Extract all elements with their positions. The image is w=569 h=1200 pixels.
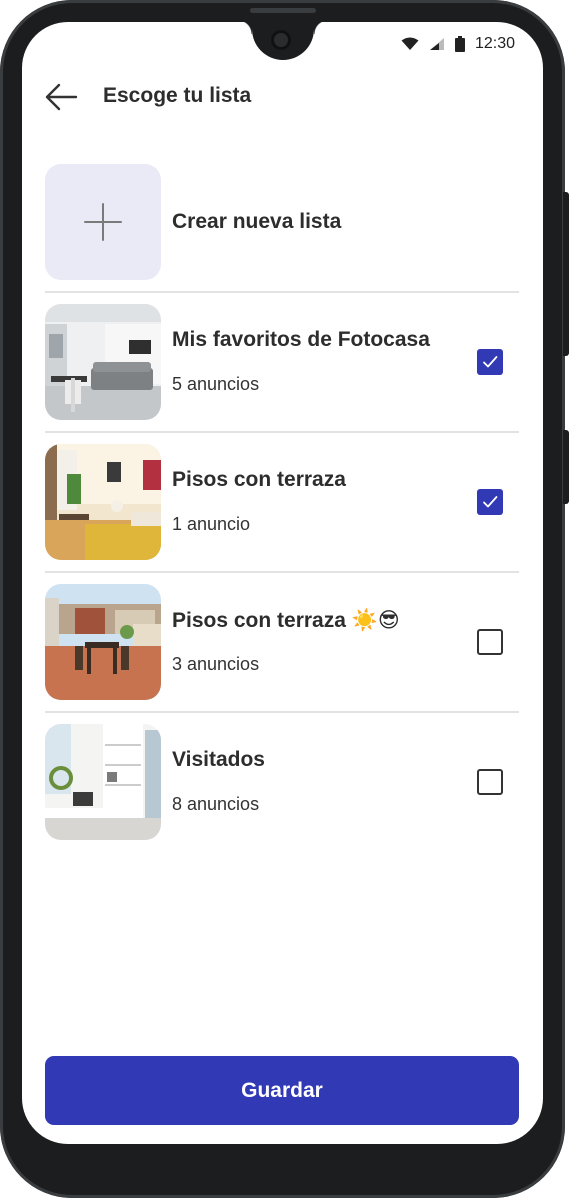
listing-photo (45, 444, 161, 560)
list-count: 1 anuncio (172, 514, 251, 534)
earpiece-speaker (250, 8, 316, 13)
divider (45, 431, 519, 433)
list-item[interactable]: Mis favoritos de Fotocasa 5 anuncios (45, 304, 519, 420)
listing-photo (45, 304, 161, 420)
back-arrow-icon (45, 83, 78, 111)
list-count: 5 anuncios (172, 374, 260, 394)
status-bar: 12:30 (401, 34, 515, 54)
create-list-label: Crear nueva lista (172, 210, 342, 233)
list-count: 3 anuncios (172, 654, 260, 674)
list-checkbox[interactable] (477, 489, 503, 515)
plus-icon (84, 203, 122, 241)
list-count: 8 anuncios (172, 794, 260, 814)
divider (45, 571, 519, 573)
page-title: Escoge tu lista (103, 84, 252, 107)
clock: 12:30 (474, 35, 515, 52)
signal-icon (429, 37, 445, 51)
camera-notch (238, 22, 328, 60)
list-item[interactable]: Visitados 8 anuncios (45, 724, 519, 840)
screen: 12:30 Escoge tu lista Crear nueva lista (22, 22, 543, 1144)
list-checkbox[interactable] (477, 349, 503, 375)
list-title: Pisos con terraza ☀️😎 (172, 609, 400, 632)
front-camera (271, 30, 291, 50)
battery-icon (454, 36, 465, 52)
create-list-tile (45, 164, 161, 280)
list-title: Pisos con terraza (172, 468, 346, 491)
check-icon (483, 356, 498, 368)
check-icon (483, 496, 498, 508)
divider (45, 291, 519, 293)
volume-button (563, 192, 569, 356)
divider (45, 711, 519, 713)
list-checkbox[interactable] (477, 629, 503, 655)
create-list-button[interactable]: Crear nueva lista (45, 164, 519, 280)
list-item[interactable]: Pisos con terraza ☀️😎 3 anuncios (45, 584, 519, 700)
back-button[interactable] (44, 80, 78, 114)
save-button[interactable]: Guardar (45, 1056, 519, 1125)
list-title: Visitados (172, 748, 265, 771)
listing-photo (45, 724, 161, 840)
listing-photo (45, 584, 161, 700)
list-item[interactable]: Pisos con terraza 1 anuncio (45, 444, 519, 560)
list-title: Mis favoritos de Fotocasa (172, 328, 430, 351)
list-checkbox[interactable] (477, 769, 503, 795)
power-button (563, 430, 569, 504)
wifi-icon (401, 37, 419, 51)
